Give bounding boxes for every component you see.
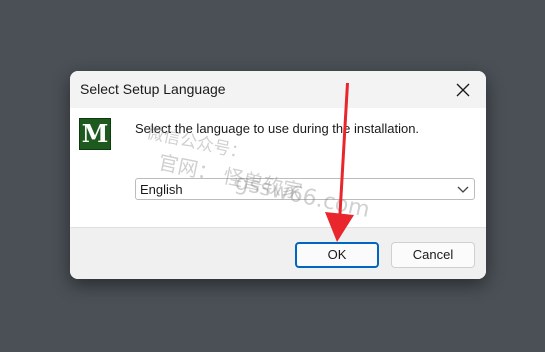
title-bar: Select Setup Language: [70, 71, 486, 108]
chevron-down-icon: [457, 186, 469, 193]
ok-button[interactable]: OK: [295, 242, 379, 268]
instruction-text: Select the language to use during the in…: [135, 121, 420, 136]
language-select[interactable]: English: [135, 178, 475, 200]
dialog-title: Select Setup Language: [80, 81, 226, 97]
setup-language-dialog: Select Setup Language M Select the langu…: [70, 71, 486, 279]
app-icon-letter: M: [81, 119, 109, 148]
language-select-value: English: [140, 182, 183, 197]
app-icon: M: [79, 118, 111, 150]
dialog-footer: OK Cancel: [70, 227, 486, 279]
cancel-button[interactable]: Cancel: [391, 242, 475, 268]
dialog-content: M Select the language to use during the …: [70, 108, 486, 227]
close-icon: [456, 83, 470, 97]
close-button[interactable]: [448, 77, 478, 103]
